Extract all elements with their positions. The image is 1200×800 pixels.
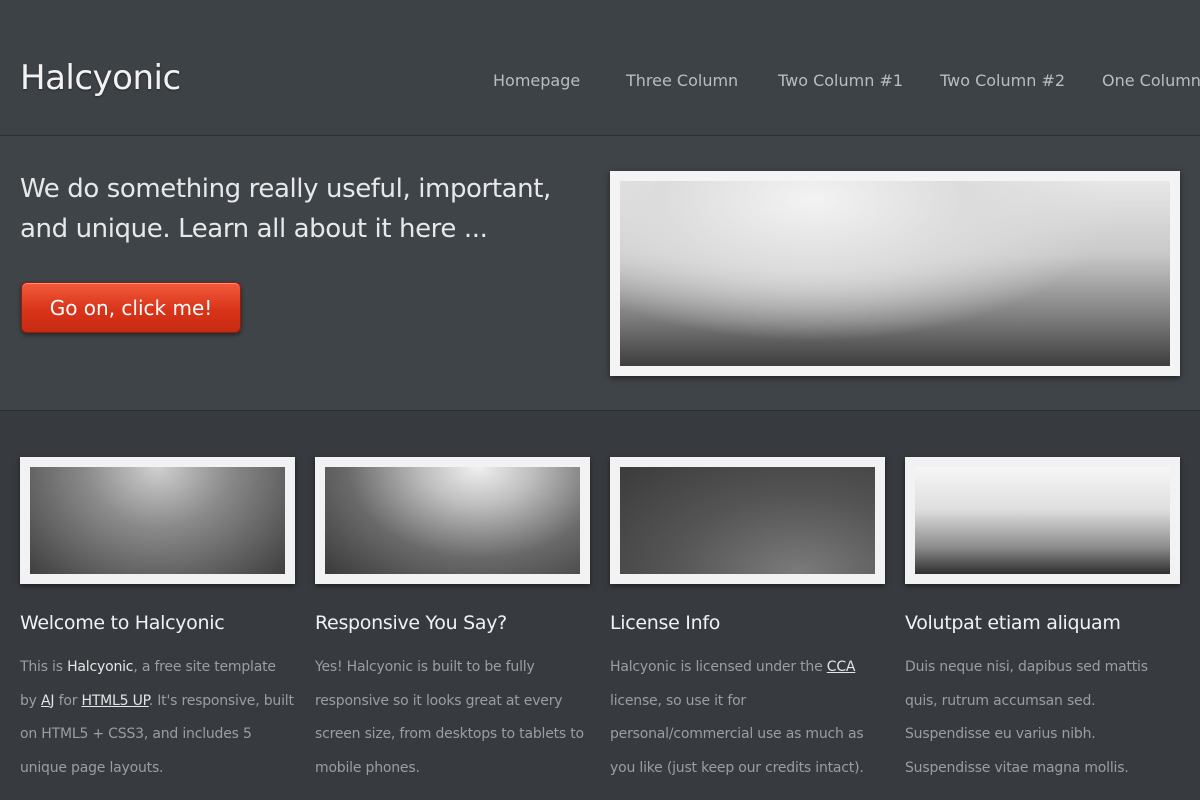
license-link[interactable]: CCA bbox=[827, 659, 856, 675]
nav-one-column[interactable]: One Column bbox=[1102, 71, 1200, 90]
text-span: for bbox=[54, 692, 82, 709]
brand-name: Halcyonic bbox=[67, 659, 134, 675]
banner: We do something really useful, important… bbox=[0, 136, 1200, 411]
feature-image-frame[interactable] bbox=[905, 457, 1180, 584]
nav-homepage[interactable]: Homepage bbox=[493, 71, 580, 90]
feature-title: Welcome to Halcyonic bbox=[20, 612, 225, 634]
feature-image bbox=[915, 467, 1170, 574]
feature-title: Volutpat etiam aliquam bbox=[905, 612, 1121, 634]
feature-image-frame[interactable] bbox=[20, 457, 295, 584]
nav-three-column[interactable]: Three Column bbox=[626, 71, 738, 90]
text-span: This is bbox=[20, 659, 68, 675]
cta-button[interactable]: Go on, click me! bbox=[21, 282, 241, 333]
feature-text: Yes! Halcyonic is built to be fully resp… bbox=[315, 659, 584, 776]
main-content: Welcome to Halcyonic This is Halcyonic, … bbox=[0, 411, 1200, 800]
feature-text: This is Halcyonic, a free site template … bbox=[20, 651, 295, 785]
author-link[interactable]: AJ bbox=[41, 693, 55, 709]
feature-title: Responsive You Say? bbox=[315, 612, 507, 634]
nav-two-column-1[interactable]: Two Column #1 bbox=[778, 71, 903, 90]
feature-column: License Info Halcyonic is licensed under… bbox=[610, 457, 885, 776]
feature-text: Duis neque nisi, dapibus sed mattis quis… bbox=[905, 659, 1148, 776]
feature-column: Volutpat etiam aliquam Duis neque nisi, … bbox=[905, 457, 1180, 776]
text-span: license, so use it for personal/commerci… bbox=[610, 692, 864, 776]
banner-image-frame bbox=[610, 171, 1180, 376]
feature-image bbox=[30, 467, 285, 574]
site-logo[interactable]: Halcyonic bbox=[20, 58, 181, 98]
site-header: Halcyonic Homepage Three Column Two Colu… bbox=[0, 0, 1200, 136]
feature-column: Welcome to Halcyonic This is Halcyonic, … bbox=[20, 457, 295, 776]
nav-two-column-2[interactable]: Two Column #2 bbox=[940, 71, 1065, 90]
banner-tagline: We do something really useful, important… bbox=[20, 174, 551, 244]
feature-column: Responsive You Say? Yes! Halcyonic is bu… bbox=[315, 457, 590, 776]
feature-image bbox=[325, 467, 580, 574]
feature-image bbox=[620, 467, 875, 574]
feature-title: License Info bbox=[610, 612, 721, 634]
html5up-link[interactable]: HTML5 UP bbox=[82, 693, 149, 709]
feature-image-frame[interactable] bbox=[315, 457, 590, 584]
text-span: Halcyonic is licensed under the bbox=[610, 659, 827, 675]
banner-image bbox=[620, 181, 1170, 366]
feature-image-frame[interactable] bbox=[610, 457, 885, 584]
feature-text: Halcyonic is licensed under the CCA lice… bbox=[610, 651, 885, 785]
